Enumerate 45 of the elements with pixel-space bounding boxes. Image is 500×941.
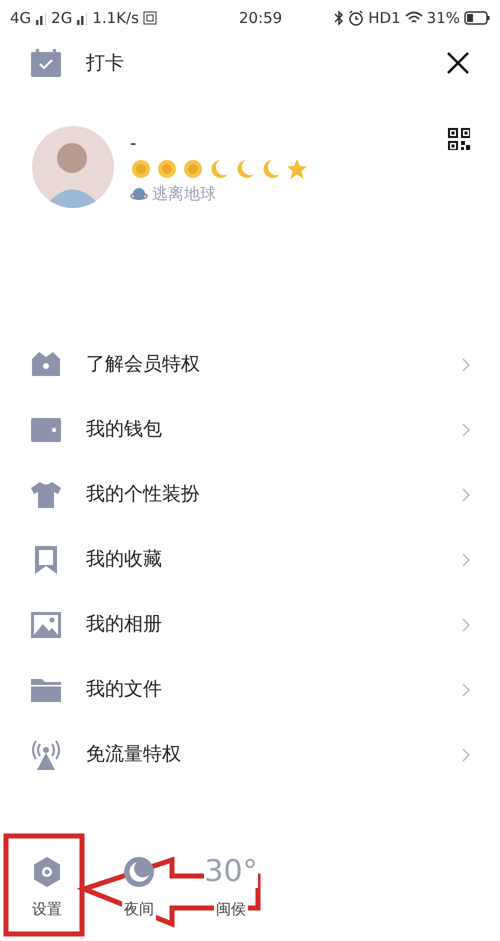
chevron-right-icon bbox=[462, 358, 470, 372]
close-icon[interactable] bbox=[446, 51, 470, 75]
hd-text: HD1 bbox=[368, 8, 401, 29]
signal-icon bbox=[35, 10, 48, 26]
menu-item[interactable]: 免流量特权 bbox=[0, 722, 500, 787]
temperature-text: 30° bbox=[204, 856, 258, 888]
night-mode-button[interactable]: 夜间 bbox=[110, 856, 168, 920]
battery-icon bbox=[464, 11, 490, 25]
network-label: 2G bbox=[51, 8, 72, 29]
chevron-right-icon bbox=[462, 552, 470, 566]
sun-icon bbox=[130, 158, 152, 180]
menu-item[interactable]: 我的个性装扮 bbox=[0, 462, 500, 527]
moon-icon bbox=[123, 856, 155, 888]
chevron-right-icon bbox=[462, 682, 470, 696]
user-name: - bbox=[130, 134, 138, 154]
antenna-icon bbox=[30, 738, 62, 770]
location-text: 逃离地球 bbox=[152, 183, 216, 205]
menu-item[interactable]: 了解会员特权 bbox=[0, 332, 500, 397]
sun-icon bbox=[182, 158, 204, 180]
chevron-right-icon bbox=[462, 748, 470, 762]
network-label: 4G bbox=[10, 8, 32, 29]
planet-icon bbox=[130, 185, 148, 203]
qr-code-icon[interactable] bbox=[448, 128, 470, 150]
weather-button[interactable]: 30° 闽侯 bbox=[202, 856, 260, 920]
wifi-icon bbox=[404, 11, 423, 25]
sun-icon bbox=[156, 158, 178, 180]
chevron-right-icon bbox=[462, 618, 470, 632]
bluetooth-icon bbox=[334, 10, 344, 26]
menu-item[interactable]: 我的相册 bbox=[0, 592, 500, 657]
calendar-check-icon bbox=[30, 48, 62, 78]
header-title: 打卡 bbox=[86, 50, 125, 76]
signal-icon bbox=[76, 10, 88, 26]
menu-item[interactable]: 我的文件 bbox=[0, 657, 500, 722]
star-icon bbox=[286, 158, 308, 180]
menu-item[interactable]: 我的收藏 bbox=[0, 527, 500, 592]
sim-icon bbox=[142, 10, 157, 26]
menu-item[interactable]: 我的钱包 bbox=[0, 397, 500, 462]
settings-icon bbox=[32, 856, 62, 888]
alarm-icon bbox=[348, 10, 364, 26]
speed-text: 1.1K/s bbox=[92, 8, 139, 29]
battery-text: 31% bbox=[426, 8, 460, 29]
settings-button[interactable]: 设置 bbox=[18, 856, 76, 920]
chevron-right-icon bbox=[462, 488, 470, 502]
chevron-right-icon bbox=[462, 422, 470, 436]
time-text: 20:59 bbox=[238, 8, 284, 29]
